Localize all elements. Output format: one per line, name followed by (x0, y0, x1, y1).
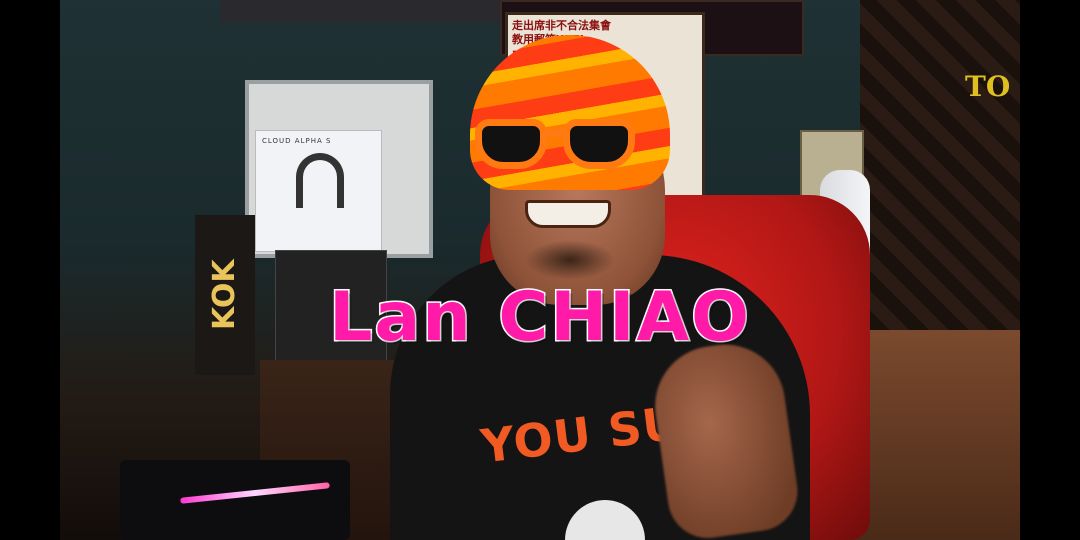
headset-icon (296, 153, 344, 208)
headset-box: CLOUD ALPHA S (255, 130, 382, 252)
keyboard (120, 460, 350, 540)
video-caption: Lan CHIAO (328, 277, 751, 359)
corner-logo: TO (965, 70, 1011, 103)
letterbox-left (0, 0, 60, 540)
beard (525, 240, 615, 280)
poster-line: 走出席非不合法集會 (512, 19, 611, 32)
lens-left (475, 119, 547, 169)
sunglasses-icon (475, 115, 640, 175)
video-scene[interactable]: 走出席非不合法集會 教用郵箱WIFI 褻瀆邪教 CLOUD ALPHA S KO… (60, 0, 1020, 540)
poster-top-left (220, 0, 500, 22)
lens-right (563, 119, 635, 169)
video-frame: 走出席非不合法集會 教用郵箱WIFI 褻瀆邪教 CLOUD ALPHA S KO… (0, 0, 1080, 540)
smile (525, 200, 611, 228)
letterbox-right (1020, 0, 1080, 540)
headset-box-label: CLOUD ALPHA S (262, 137, 332, 145)
